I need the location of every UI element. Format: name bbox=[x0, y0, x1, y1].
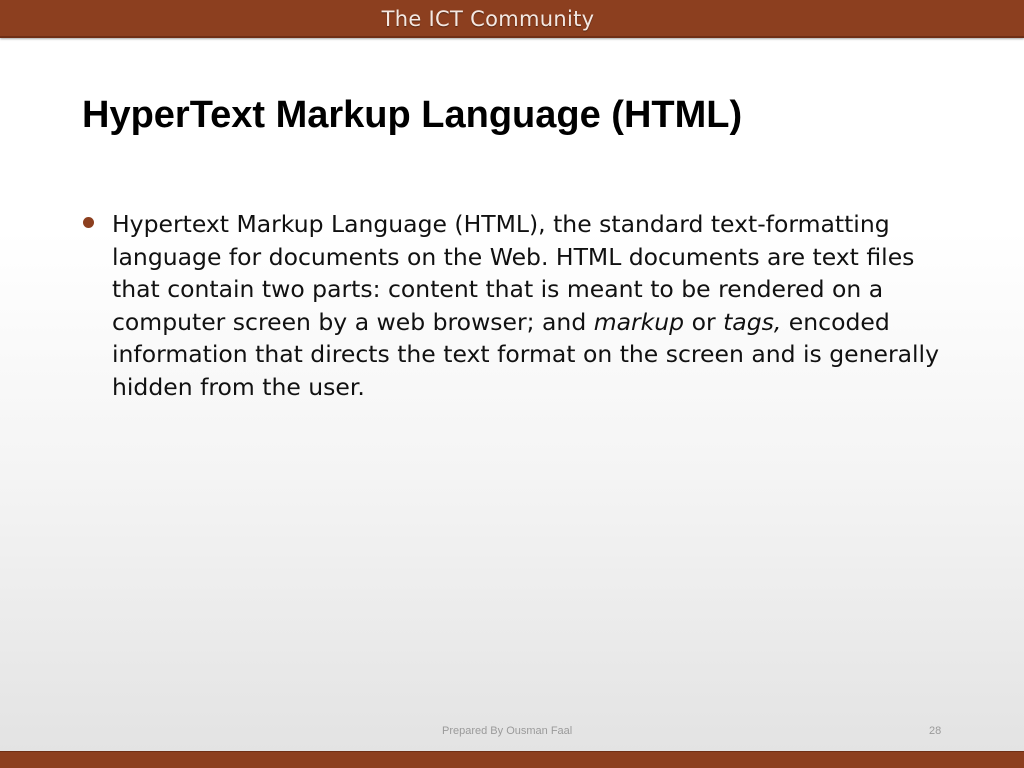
bullet-emphasis-markup: markup bbox=[593, 307, 685, 336]
slide-title: HyperText Markup Language (HTML) bbox=[82, 94, 743, 136]
bullet-list: Hypertext Markup Language (HTML), the st… bbox=[82, 208, 952, 403]
bullet-item: Hypertext Markup Language (HTML), the st… bbox=[82, 208, 952, 403]
bullet-text-part-2: or bbox=[684, 307, 724, 336]
bullet-dot-icon bbox=[83, 217, 94, 228]
footer-text: Prepared By Ousman Faal bbox=[442, 725, 573, 737]
bullet-emphasis-tags: tags, bbox=[723, 307, 782, 336]
header-title: The ICT Community bbox=[381, 7, 595, 31]
header-band: The ICT Community bbox=[0, 0, 1024, 38]
slide: The ICT Community HyperText Markup Langu… bbox=[0, 0, 1024, 768]
bottom-band bbox=[0, 751, 1024, 768]
page-number: 28 bbox=[929, 725, 942, 737]
